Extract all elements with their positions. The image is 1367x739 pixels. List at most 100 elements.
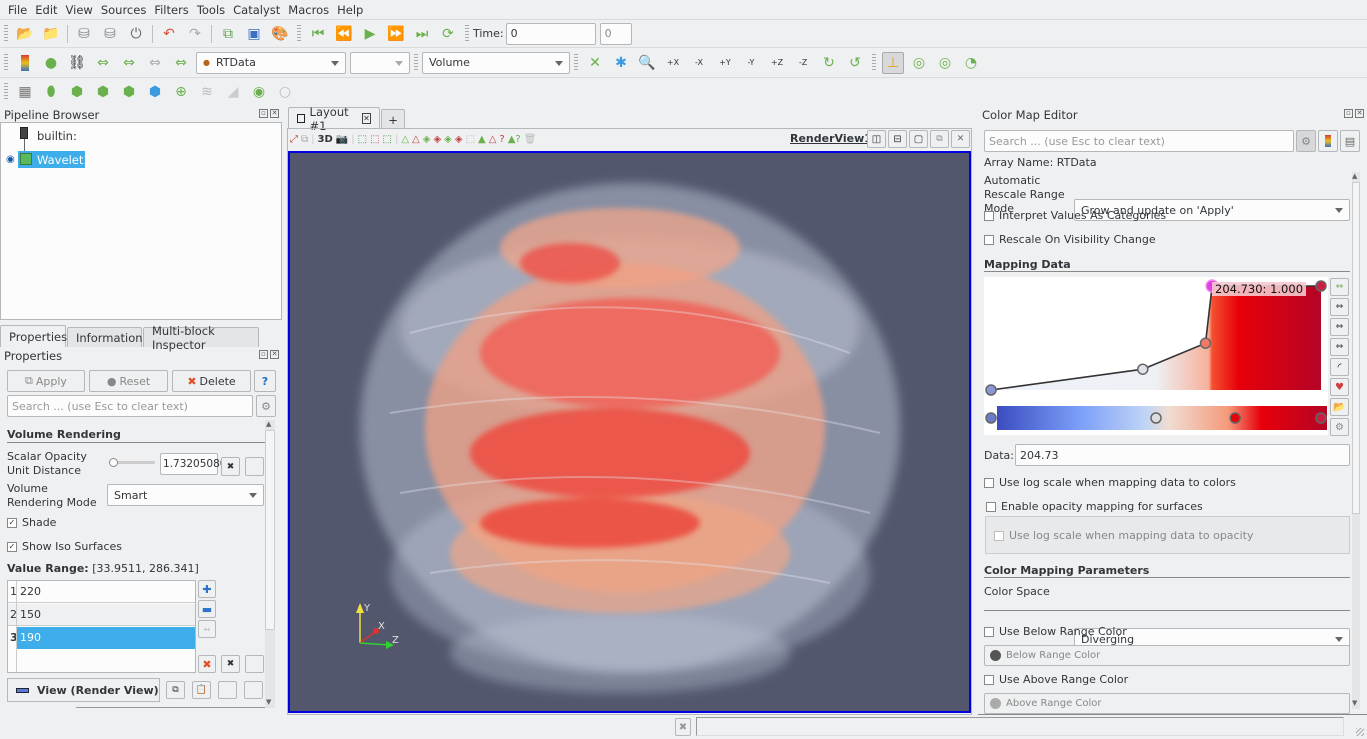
maximize-icon[interactable]: ▢: [909, 130, 928, 148]
reset-camera-icon[interactable]: ✕: [584, 52, 606, 74]
split-horizontal-icon[interactable]: ◫: [867, 130, 886, 148]
set-view-minus-z-icon[interactable]: -Z: [792, 52, 814, 74]
menu-view[interactable]: View: [66, 3, 93, 17]
resize-grip[interactable]: [1356, 728, 1364, 736]
component-combo[interactable]: [350, 51, 410, 74]
edit-color-map-icon[interactable]: ●: [40, 52, 62, 74]
pipeline-item-builtin[interactable]: builtin:: [37, 129, 77, 143]
save-preset-icon[interactable]: 📂: [1330, 398, 1349, 416]
render-view[interactable]: Y X Z: [288, 151, 971, 713]
menu-filters[interactable]: Filters: [154, 3, 188, 17]
apply-button[interactable]: ⧉ Apply: [7, 370, 85, 392]
paste-button[interactable]: 📋: [192, 681, 211, 699]
close-tab-icon[interactable]: ✕: [361, 113, 371, 124]
rescale-temporal-icon[interactable]: ⇔: [1330, 318, 1349, 336]
below-range-checkbox[interactable]: Use Below Range Color: [984, 625, 1127, 638]
open-file-icon[interactable]: 📂: [14, 23, 36, 45]
menu-edit[interactable]: Edit: [35, 3, 57, 17]
rescale-visible-icon[interactable]: ⇔: [1330, 338, 1349, 356]
menu-tools[interactable]: Tools: [197, 3, 225, 17]
opacity-surfaces-checkbox[interactable]: Enable opacity mapping for surfaces: [986, 500, 1203, 513]
colormap-scrollbar[interactable]: ▲ ▼: [1352, 172, 1360, 709]
below-range-color-button[interactable]: Below Range Color: [984, 645, 1350, 666]
above-range-color-button[interactable]: Above Range Color: [984, 693, 1350, 714]
representation-combo[interactable]: Volume: [422, 51, 570, 74]
color-control-point[interactable]: [985, 412, 997, 424]
load-state-icon[interactable]: 📁: [40, 23, 62, 45]
opacity-control-point[interactable]: [1315, 280, 1327, 292]
reset-value-button[interactable]: ✖: [221, 457, 240, 476]
auto-apply-icon[interactable]: ⏻: [125, 23, 147, 45]
interpret-categories-checkbox[interactable]: Interpret Values As Categories: [984, 209, 1166, 222]
render-view-name[interactable]: RenderView1: [790, 132, 872, 145]
rotate-minus-90-icon[interactable]: ↺: [844, 52, 866, 74]
stream-tracer-icon[interactable]: ≋: [196, 81, 218, 103]
menu-catalyst[interactable]: Catalyst: [233, 3, 280, 17]
rescale-visible-range-icon[interactable]: ⇔: [170, 52, 192, 74]
group-datasets-icon[interactable]: ◉: [248, 81, 270, 103]
menu-sources[interactable]: Sources: [101, 3, 147, 17]
restore-defaults-button[interactable]: [218, 681, 237, 699]
color-bar[interactable]: [997, 406, 1327, 430]
find-data-icon[interactable]: ⧉: [217, 23, 239, 45]
colormap-search-input[interactable]: Search ... (use Esc to clear text): [984, 130, 1294, 152]
toolbar-grip[interactable]: [4, 82, 8, 101]
warp-by-vector-icon[interactable]: ◢: [222, 81, 244, 103]
iso-value[interactable]: 220: [20, 585, 41, 598]
delete-button[interactable]: ✖ Delete: [172, 370, 251, 392]
tab-multiblock-inspector[interactable]: Multi-block Inspector: [143, 324, 259, 352]
toolbar-grip[interactable]: [465, 24, 469, 43]
extract-subset-icon[interactable]: ⬢: [144, 81, 166, 103]
toolbar-grip[interactable]: [574, 53, 578, 72]
clear-output-button[interactable]: ✖: [675, 718, 691, 736]
interactive-select-points-icon[interactable]: ◈: [455, 134, 463, 145]
table-row-selected[interactable]: 3 190: [8, 627, 195, 649]
toolbar-grip[interactable]: [4, 24, 8, 43]
selected-cell[interactable]: 190: [17, 627, 195, 649]
advanced-gear-icon[interactable]: ⚙: [1330, 418, 1349, 436]
use-separate-color-map-icon[interactable]: ⛓: [66, 52, 88, 74]
toolbar-grip[interactable]: [4, 53, 8, 72]
interactive-select-cells-icon[interactable]: ◈: [444, 134, 452, 145]
hover-cells-icon[interactable]: ▲: [478, 134, 486, 145]
log-scale-opacity-checkbox[interactable]: Use log scale when mapping data to opaci…: [994, 529, 1253, 542]
reset-button[interactable]: ● Reset: [89, 370, 168, 392]
color-control-point[interactable]: [1315, 412, 1327, 424]
set-view-minus-y-icon[interactable]: -Y: [740, 52, 762, 74]
save-colormap-icon[interactable]: [1318, 130, 1338, 152]
array-combo[interactable]: ● RTData: [196, 51, 346, 74]
disconnect-icon[interactable]: ⛁: [99, 23, 121, 45]
scroll-down-arrow[interactable]: ▼: [1352, 699, 1357, 707]
undo-icon[interactable]: ↶: [158, 23, 180, 45]
shade-checkbox[interactable]: ✓ Shade: [7, 516, 56, 529]
scroll-thumb[interactable]: [1352, 182, 1360, 514]
clip-icon[interactable]: ⬢: [66, 81, 88, 103]
rescale-range-icon[interactable]: ⇔: [1330, 278, 1349, 296]
reset-center-icon[interactable]: ◎: [934, 52, 956, 74]
scroll-up-arrow[interactable]: ▲: [266, 420, 271, 428]
next-frame-icon[interactable]: ⏩: [385, 23, 407, 45]
close-panel-icon[interactable]: ✕: [270, 109, 279, 118]
last-frame-icon[interactable]: ⏭: [411, 23, 433, 45]
table-row[interactable]: 1 220: [8, 581, 195, 603]
float-panel-icon[interactable]: ▫: [259, 109, 268, 118]
shrink-selection-icon[interactable]: ?: [499, 134, 504, 145]
scalar-opacity-slider[interactable]: [109, 458, 155, 467]
vr-mode-combo[interactable]: Smart: [107, 484, 264, 506]
slider-handle[interactable]: [109, 458, 118, 467]
query-selection-icon[interactable]: ▲?: [508, 134, 521, 145]
copy-button[interactable]: ⧉: [166, 681, 185, 699]
rescale-custom-icon[interactable]: ⇔: [1330, 298, 1349, 316]
rescale-visibility-checkbox[interactable]: Rescale On Visibility Change: [984, 233, 1156, 246]
float-panel-icon[interactable]: ▫: [259, 350, 268, 359]
clear-selection-icon[interactable]: 🗑: [524, 134, 537, 145]
loop-icon[interactable]: ⟳: [437, 23, 459, 45]
remove-value-button[interactable]: ▬: [198, 600, 216, 618]
select-cells-through-icon[interactable]: ⬚: [383, 134, 392, 145]
toolbar-grip[interactable]: [414, 53, 418, 72]
close-view-icon[interactable]: ✕: [951, 130, 970, 148]
restore-values-button[interactable]: [245, 655, 264, 673]
zoom-to-data-icon[interactable]: ✱: [610, 52, 632, 74]
pipeline-item-wavelet1[interactable]: Wavelet1: [18, 151, 91, 168]
select-points-through-icon[interactable]: △: [401, 134, 409, 145]
